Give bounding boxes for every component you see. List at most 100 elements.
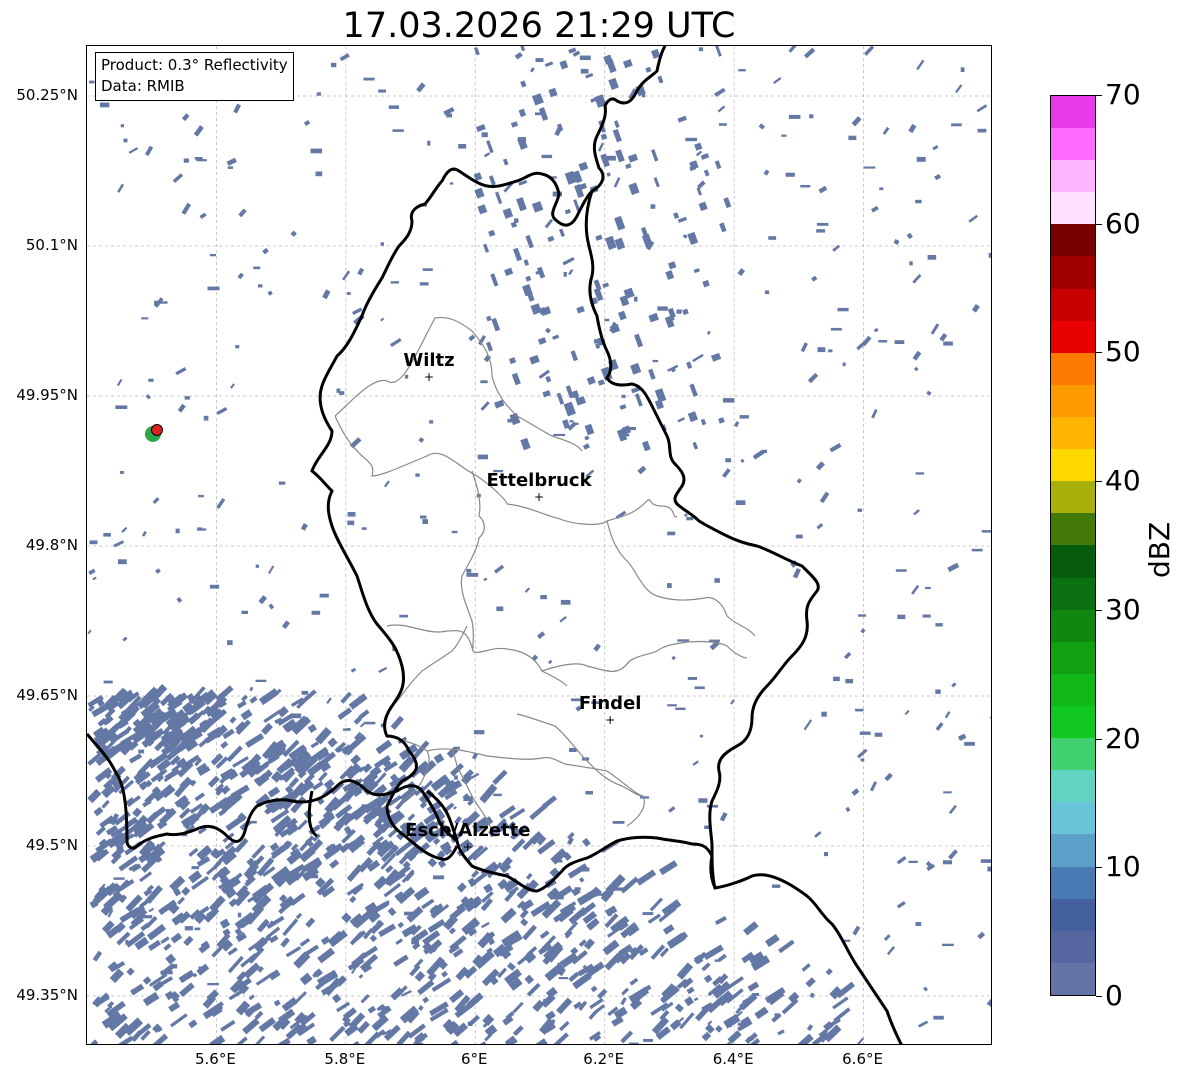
map-canvas — [87, 46, 991, 1044]
echo-cell — [604, 318, 610, 322]
echo-cell — [699, 734, 704, 738]
echo-cell — [199, 212, 207, 219]
echo-cell — [734, 421, 740, 428]
echo-cell — [723, 398, 735, 403]
echo-cell — [342, 270, 351, 281]
lat-tick-label: 49.35°N — [16, 986, 78, 1004]
echo-cell — [390, 338, 402, 347]
echo-cell — [772, 77, 782, 85]
echo-cell — [384, 480, 390, 488]
echo-cell — [803, 47, 816, 59]
echo-cell — [634, 296, 638, 302]
echo-cell — [255, 679, 267, 682]
echo-cell — [349, 895, 357, 904]
echo-cell — [481, 968, 500, 987]
echo-cell — [717, 105, 726, 113]
echo-cell — [673, 212, 680, 220]
echo-cell — [904, 709, 910, 716]
echo-cell — [908, 860, 918, 863]
echo-cell — [676, 962, 694, 980]
echo-cell — [705, 1023, 715, 1034]
echo-cell — [387, 907, 397, 917]
echo-cell — [295, 912, 303, 920]
colorbar-segment — [1051, 384, 1095, 418]
echo-cell — [183, 158, 189, 163]
echo-cell — [358, 973, 364, 979]
echo-cell — [935, 722, 944, 731]
echo-cell — [700, 418, 707, 426]
echo-cell — [163, 943, 172, 951]
echo-cell — [674, 1003, 684, 1013]
echo-cell — [788, 46, 799, 53]
radar-map[interactable] — [86, 45, 992, 1045]
colorbar-tick-label: 60 — [1105, 206, 1141, 240]
echo-cell — [833, 676, 840, 682]
echo-cell — [524, 587, 531, 593]
echo-cell — [795, 534, 803, 539]
echo-cell — [329, 859, 340, 869]
echo-cell — [908, 123, 917, 134]
echo-cell — [634, 333, 644, 348]
echo-cell — [145, 145, 154, 157]
echo-cell — [513, 247, 523, 262]
echo-cell — [496, 606, 504, 611]
echo-cell — [502, 158, 509, 166]
echo-cell — [676, 309, 682, 314]
echo-cell — [194, 792, 205, 802]
echo-cell — [758, 123, 765, 130]
reflectivity-echoes — [87, 46, 991, 1044]
echo-cell — [139, 871, 153, 883]
echo-cell — [915, 922, 922, 926]
echo-cell — [141, 317, 149, 320]
echo-cell — [559, 228, 565, 238]
echo-cell — [107, 1001, 115, 1009]
echo-cell — [693, 997, 699, 1002]
colorbar-segment — [1051, 577, 1095, 610]
echo-cell — [147, 939, 162, 951]
echo-cell — [132, 807, 143, 818]
echo-cell — [120, 124, 125, 128]
echo-cell — [396, 1030, 412, 1044]
echo-cell — [714, 916, 727, 926]
city-marker-icon: + — [533, 490, 545, 504]
echo-cell — [245, 733, 265, 748]
echo-cell — [657, 306, 668, 311]
echo-cell — [668, 261, 677, 270]
echo-cell — [911, 584, 920, 595]
echo-cell — [87, 629, 92, 635]
echo-cell — [545, 375, 552, 383]
echo-cell — [718, 417, 725, 424]
echo-cell — [884, 772, 893, 782]
echo-cell — [267, 786, 281, 798]
echo-cell — [558, 977, 569, 980]
colorbar-segment — [1051, 160, 1095, 193]
echo-cell — [181, 113, 190, 122]
echo-cell — [99, 102, 110, 108]
echo-cell — [210, 584, 220, 589]
echo-cell — [714, 578, 720, 583]
echo-cell — [715, 1025, 723, 1033]
echo-cell — [939, 332, 948, 342]
echo-cell — [700, 153, 710, 160]
echo-cell — [960, 67, 965, 72]
echo-cell — [359, 721, 367, 728]
echo-cell — [488, 175, 496, 186]
echo-cell — [686, 986, 695, 995]
echo-cell — [643, 1038, 653, 1042]
echo-cell — [671, 655, 676, 661]
colorbar-tick-label: 70 — [1105, 78, 1141, 111]
echo-cell — [583, 938, 595, 950]
echo-cell — [825, 968, 833, 976]
echo-cell — [138, 749, 145, 754]
echo-cell — [620, 997, 627, 1006]
colorbar-segment — [1051, 641, 1095, 674]
city-label: Ettelbruck — [486, 470, 592, 491]
lat-tick-label: 50.1°N — [25, 236, 78, 254]
echo-cell — [590, 985, 598, 993]
echo-cell — [196, 762, 210, 776]
echo-cell — [687, 677, 697, 680]
echo-cell — [493, 793, 502, 797]
lon-tick-label: 5.8°E — [324, 1050, 366, 1068]
lon-tick-label: 6.6°E — [842, 1050, 883, 1068]
echo-cell — [175, 367, 187, 376]
